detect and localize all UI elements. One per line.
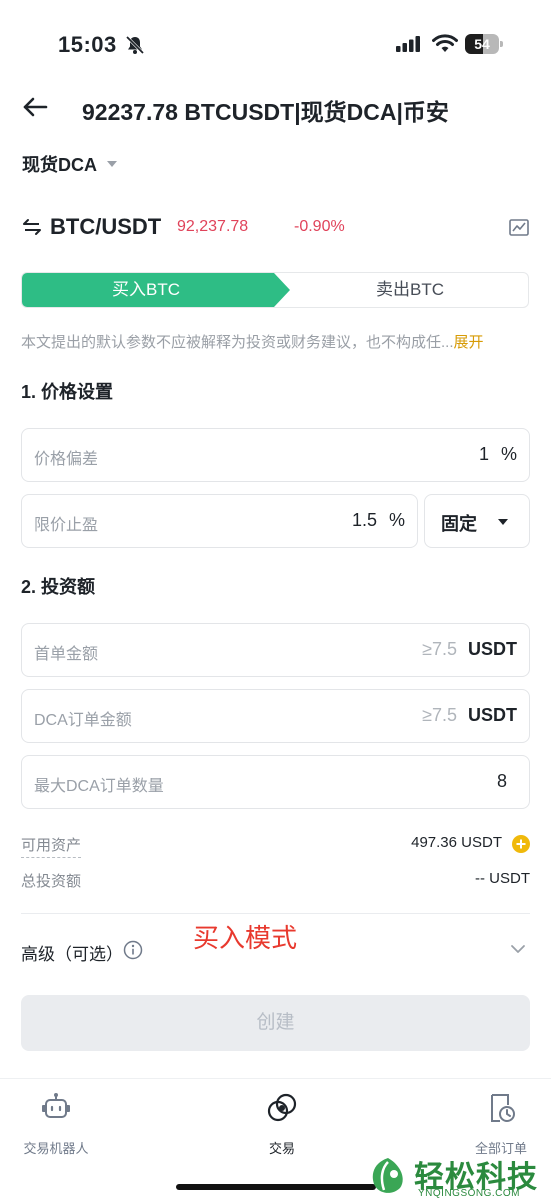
available-balance-value: 497.36 USDT (411, 834, 502, 851)
nav-item-orders[interactable]: 全部订单 (441, 1091, 551, 1157)
wifi-icon (432, 34, 458, 59)
total-investment-row: 总投资额 -- USDT (21, 870, 530, 894)
nav-item-bots[interactable]: 交易机器人 (0, 1091, 116, 1157)
first-order-hint: ≥7.5 (422, 639, 457, 659)
info-icon[interactable] (123, 940, 143, 965)
add-funds-icon[interactable] (512, 835, 530, 858)
first-order-unit: USDT (468, 639, 517, 659)
disclaimer: 本文提出的默认参数不应被解释为投资或财务建议，也不构成任...展开 (21, 331, 531, 352)
disclaimer-text: 本文提出的默认参数不应被解释为投资或财务建议，也不构成任... (21, 334, 454, 351)
chevron-down-icon (510, 942, 526, 960)
chart-icon[interactable] (508, 218, 530, 243)
robot-icon (0, 1091, 116, 1130)
page-title: 92237.78 BTCUSDT|现货DCA|币安 (82, 99, 449, 125)
status-time: 15:03 (58, 32, 117, 57)
caret-down-icon (498, 519, 508, 525)
nav-label-bots: 交易机器人 (23, 1141, 89, 1156)
dca-order-field[interactable]: DCA订单金额 ≥7.5 USDT (21, 689, 530, 743)
take-profit-label: 限价止盈 (34, 517, 99, 534)
tab-buy[interactable]: 买入BTC (22, 273, 290, 307)
available-balance-row: 可用资产 497.36 USDT (21, 834, 530, 858)
price-settings-title: 1. 价格设置 (21, 382, 114, 402)
back-arrow-icon[interactable] (22, 95, 48, 124)
trade-icon (222, 1091, 342, 1130)
max-dca-orders-field[interactable]: 最大DCA订单数量 8 (21, 755, 530, 809)
watermark: 轻松科技 YNQINGSONG.COM (362, 1150, 551, 1200)
home-indicator (176, 1184, 376, 1190)
price-deviation-field[interactable]: 价格偏差 1 % (21, 428, 530, 482)
max-dca-orders-label: 最大DCA订单数量 (34, 778, 164, 795)
strategy-label: 现货DCA (22, 155, 97, 175)
investment-title: 2. 投资额 (21, 577, 96, 597)
first-order-field[interactable]: 首单金额 ≥7.5 USDT (21, 623, 530, 677)
tab-sell[interactable]: 卖出BTC (290, 273, 528, 307)
total-investment-value: -- USDT (475, 870, 530, 887)
side-tabs: 买入BTC 卖出BTC (21, 272, 529, 308)
advanced-options-label: 高级（可选） (21, 945, 123, 964)
nav-item-trade[interactable]: 交易 (222, 1091, 342, 1157)
nav-label-trade: 交易 (268, 1141, 295, 1156)
swap-icon[interactable] (22, 217, 42, 242)
cellular-signal-icon (396, 35, 422, 58)
total-investment-label: 总投资额 (21, 873, 82, 890)
leaf-logo-icon (366, 1154, 410, 1200)
dca-order-hint: ≥7.5 (422, 705, 457, 725)
pair-row: BTC/USDT 92,237.78 -0.90% (22, 212, 530, 244)
create-button[interactable]: 创建 (21, 995, 530, 1051)
take-profit-mode-select[interactable]: 固定 (424, 494, 530, 548)
first-order-label: 首单金额 (34, 646, 99, 663)
bell-muted-icon (124, 34, 146, 61)
strategy-selector[interactable]: 现货DCA (22, 150, 117, 178)
orders-icon (441, 1091, 551, 1130)
price-deviation-label: 价格偏差 (34, 451, 99, 468)
pair-name[interactable]: BTC/USDT (50, 214, 161, 240)
take-profit-unit: % (388, 510, 405, 530)
annotation-label: 买入模式 (193, 923, 298, 953)
max-dca-orders-value: 8 (496, 771, 507, 791)
expand-link[interactable]: 展开 (454, 334, 484, 351)
nav-header: 92237.78 BTCUSDT|现货DCA|币安 (0, 85, 551, 131)
price-deviation-unit: % (500, 444, 517, 464)
watermark-en: YNQINGSONG.COM (418, 1188, 521, 1199)
battery-icon: 54 (465, 34, 503, 54)
available-balance-label[interactable]: 可用资产 (21, 834, 82, 858)
divider (21, 913, 530, 914)
caret-down-icon (107, 161, 117, 167)
status-bar: 15:03 54 (0, 0, 551, 80)
take-profit-mode-value: 固定 (441, 514, 477, 534)
pair-change: -0.90% (294, 218, 345, 235)
take-profit-value: 1.5 (351, 510, 377, 530)
dca-order-label: DCA订单金额 (34, 712, 132, 729)
price-deviation-value: 1 (478, 444, 489, 464)
dca-order-unit: USDT (468, 705, 517, 725)
pair-price: 92,237.78 (177, 218, 249, 235)
take-profit-field[interactable]: 限价止盈 1.5 % (21, 494, 418, 548)
battery-level: 54 (474, 36, 490, 52)
